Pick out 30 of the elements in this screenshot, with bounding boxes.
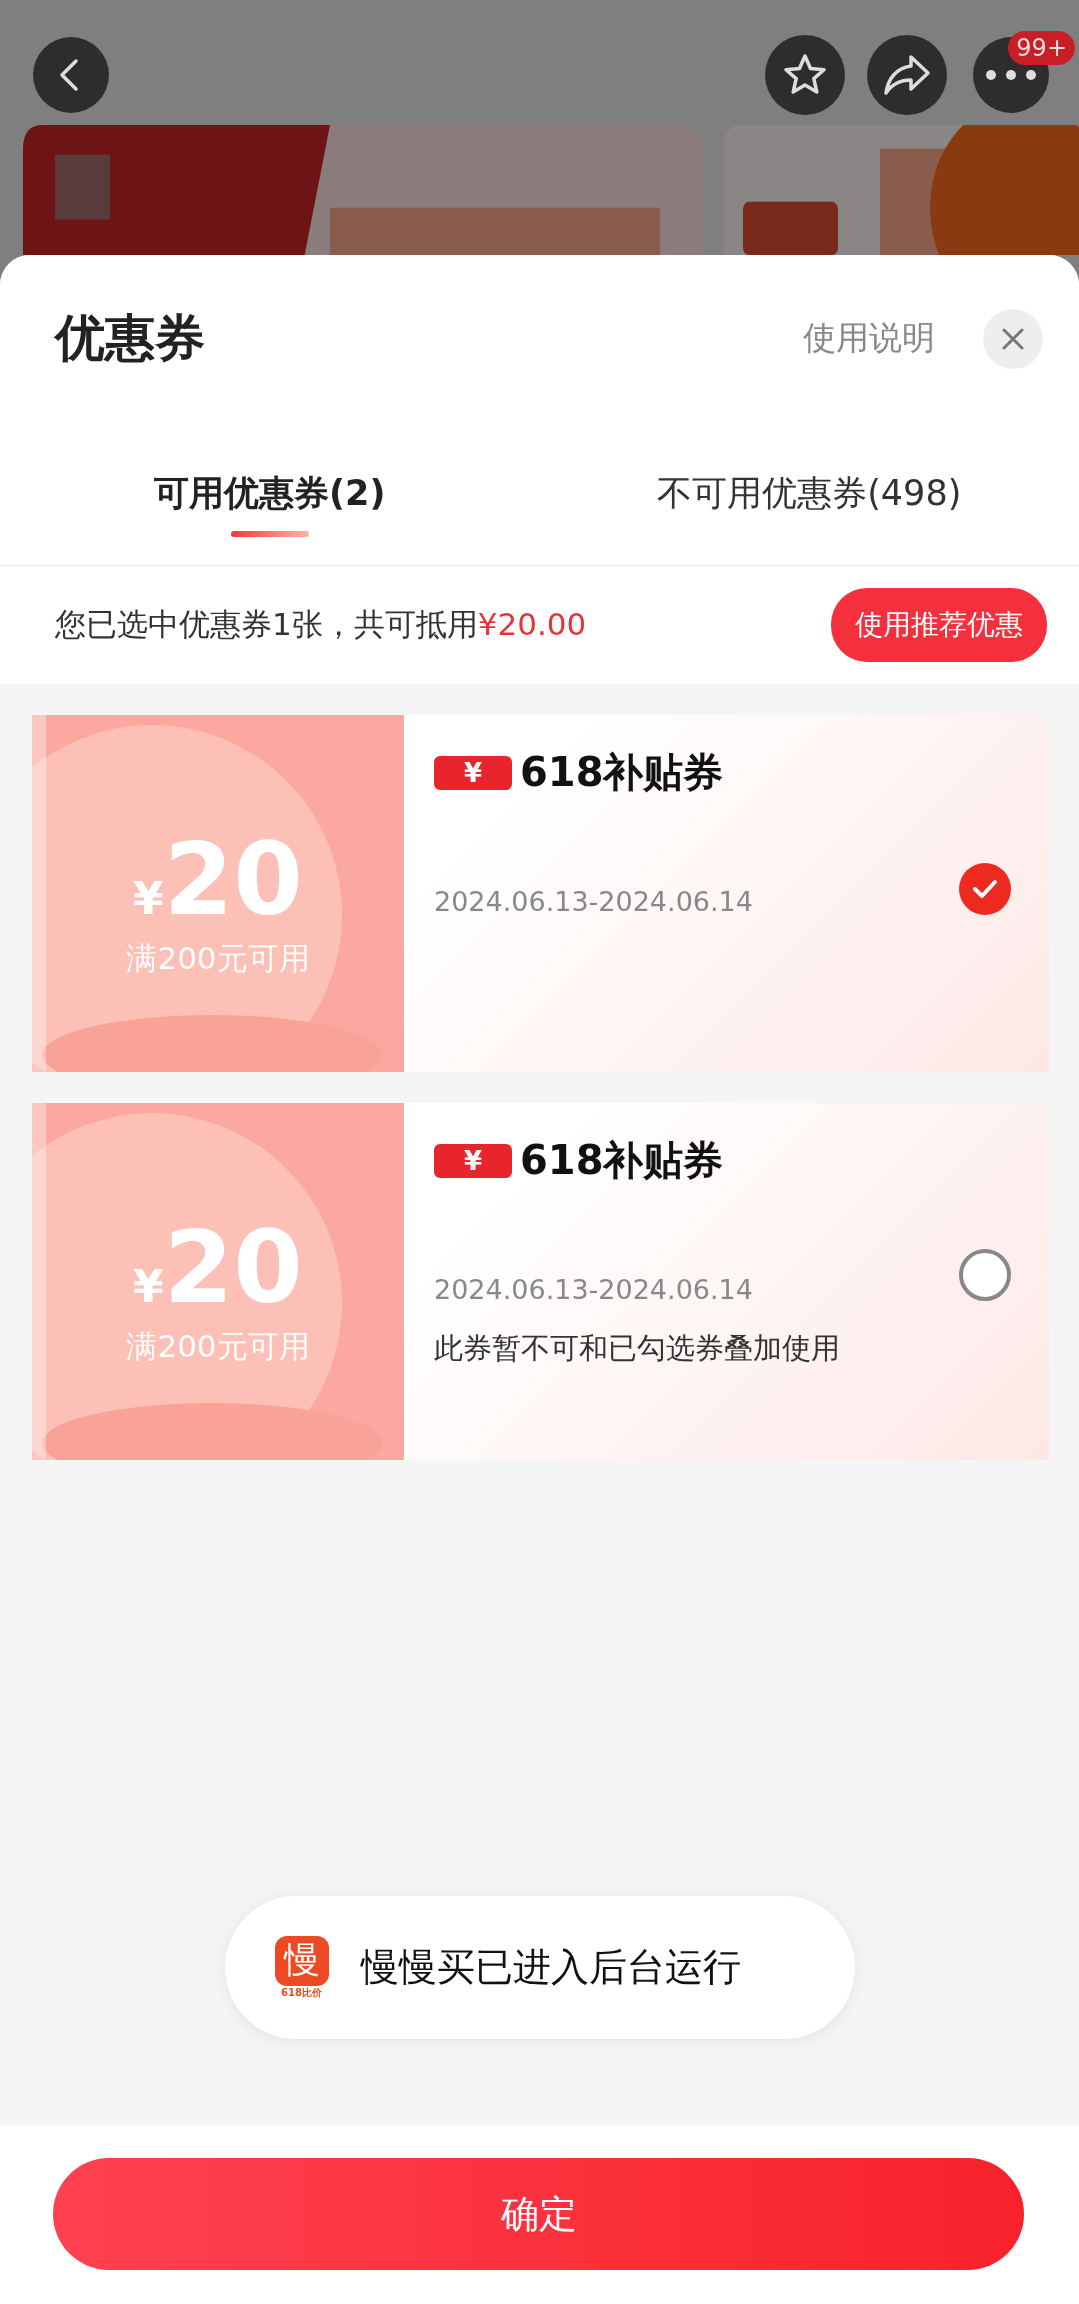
coupon-card[interactable]: ¥20 满200元可用 ¥ 618补贴券 2024.06.13-2024.06.14	[32, 715, 1049, 1072]
coupon-name: 618补贴券	[520, 1136, 724, 1185]
notification-badge: 99+	[1008, 31, 1075, 65]
ticket-badge: ¥	[434, 1143, 512, 1178]
coupon-checkbox[interactable]	[959, 863, 1011, 915]
coupon-condition: 满200元可用	[126, 939, 310, 978]
coupon-tab[interactable]: 不可用优惠券(498)	[539, 402, 1079, 565]
coupon-condition: 满200元可用	[126, 1327, 310, 1366]
coupon-note: 此券暂不可和已勾选券叠加使用	[434, 1330, 840, 1367]
coupon-card[interactable]: ¥20 满200元可用 ¥ 618补贴券 2024.06.13-2024.06.14 此券暂不可和已勾选券叠加使用	[32, 1103, 1049, 1460]
selection-summary: 您已选中优惠券1张，共可抵用¥20.00	[55, 605, 587, 644]
confirm-button[interactable]: 确定	[53, 2158, 1024, 2270]
coupon-checkbox[interactable]	[959, 1249, 1011, 1301]
coupon-value: 20	[163, 1215, 303, 1320]
coupon-value: 20	[163, 827, 303, 932]
check-icon	[972, 879, 998, 899]
currency-symbol: ¥	[133, 873, 164, 924]
ticket-badge: ¥	[434, 755, 512, 790]
usage-instructions-link[interactable]: 使用说明	[803, 316, 935, 361]
recommend-button[interactable]: 使用推荐优惠	[831, 588, 1047, 662]
currency-symbol: ¥	[133, 1261, 164, 1312]
coupon-name: 618补贴券	[520, 748, 724, 797]
validity-dates: 2024.06.13-2024.06.14	[434, 1274, 753, 1305]
coupon-tab[interactable]: 可用优惠券(2)	[0, 402, 540, 565]
share-icon	[882, 53, 932, 97]
close-icon	[1001, 326, 1025, 351]
toast-text: 慢慢买已进入后台运行	[360, 1944, 741, 1991]
validity-dates: 2024.06.13-2024.06.14	[434, 886, 753, 917]
more-icon	[985, 69, 1037, 81]
sheet-title: 优惠券	[55, 308, 206, 369]
